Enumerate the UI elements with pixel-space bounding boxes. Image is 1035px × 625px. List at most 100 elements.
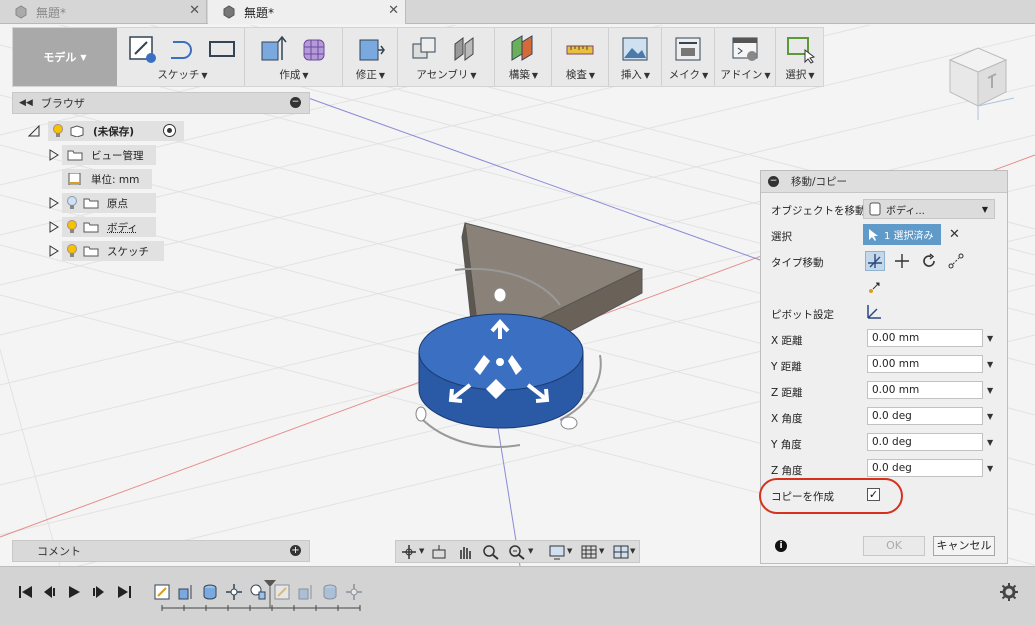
- pan-hand-icon[interactable]: [456, 544, 474, 560]
- insert-group[interactable]: 挿入 ▼: [610, 28, 662, 86]
- sketch-group[interactable]: スケッチ ▼: [121, 28, 245, 86]
- form-icon: [303, 39, 325, 61]
- sketch-feature-icon[interactable]: [153, 583, 171, 601]
- chevron-down-icon[interactable]: ▼: [987, 360, 993, 369]
- tree-item-units[interactable]: 単位: mm: [62, 169, 152, 189]
- activate-radio-icon[interactable]: [163, 124, 176, 137]
- construct-group[interactable]: 構築 ▼: [496, 28, 552, 86]
- chevron-down-icon[interactable]: ▼: [987, 386, 993, 395]
- x-distance-input[interactable]: 0.00 mm: [867, 329, 983, 347]
- look-at-icon[interactable]: [430, 544, 448, 560]
- lightbulb-off-icon[interactable]: [66, 196, 78, 210]
- chevron-down-icon[interactable]: ▼: [528, 547, 533, 555]
- view-cube[interactable]: [938, 38, 1018, 122]
- x-angle-input[interactable]: 0.0 deg: [867, 407, 983, 425]
- chevron-down-icon[interactable]: ▼: [419, 547, 424, 555]
- comments-panel-header[interactable]: コメント +: [12, 540, 310, 562]
- tree-item-origin[interactable]: 原点: [49, 193, 156, 213]
- expand-triangle-icon[interactable]: [48, 149, 60, 161]
- z-distance-input[interactable]: 0.00 mm: [867, 381, 983, 399]
- chevron-down-icon[interactable]: ▼: [987, 412, 993, 421]
- y-distance-label: Y 距離: [771, 361, 802, 373]
- selection-label: 選択: [771, 231, 792, 243]
- plus-icon[interactable]: +: [290, 545, 301, 556]
- 3d-print-icon: [675, 37, 701, 61]
- fit-zoom-icon[interactable]: [508, 544, 526, 560]
- addins-group[interactable]: アドイン ▼: [716, 28, 776, 86]
- chevron-down-icon: ▼: [80, 52, 87, 62]
- cancel-button[interactable]: キャンセル: [933, 536, 995, 556]
- create-group[interactable]: 作成 ▼: [246, 28, 343, 86]
- minus-icon[interactable]: −: [290, 97, 301, 108]
- close-icon[interactable]: ✕: [189, 3, 200, 18]
- select-group[interactable]: 選択 ▼: [777, 28, 823, 86]
- tree-item-sketches[interactable]: スケッチ: [49, 241, 164, 261]
- expand-triangle-icon[interactable]: [48, 221, 60, 233]
- clear-selection-icon[interactable]: ✕: [949, 227, 960, 242]
- dialog-header[interactable]: − 移動/コピー: [761, 171, 1007, 193]
- chevron-down-icon[interactable]: ▼: [630, 547, 635, 555]
- viewports-icon[interactable]: [612, 544, 630, 560]
- tree-item-bodies[interactable]: ボディ: [49, 217, 156, 237]
- step-forward-icon[interactable]: [90, 584, 106, 600]
- workspace-switcher[interactable]: モデル ▼: [13, 28, 117, 86]
- go-to-start-icon[interactable]: [18, 584, 34, 600]
- free-move-button[interactable]: [865, 251, 885, 271]
- info-icon[interactable]: i: [775, 540, 787, 552]
- document-tab-1[interactable]: 無題* ✕: [0, 0, 207, 24]
- chevron-down-icon[interactable]: ▼: [987, 438, 993, 447]
- chevron-down-icon[interactable]: ▼: [599, 547, 604, 555]
- document-tab-2[interactable]: 無題* ✕: [208, 0, 406, 24]
- display-settings-icon[interactable]: [548, 544, 566, 560]
- set-pivot-icon[interactable]: [865, 303, 883, 321]
- move-feature-icon[interactable]: [225, 583, 243, 601]
- rotate-button[interactable]: [919, 251, 939, 271]
- modify-group[interactable]: 修正 ▼: [344, 28, 398, 86]
- bulb-feature-icon[interactable]: [249, 583, 267, 601]
- selection-chip[interactable]: 1 選択済み: [863, 224, 941, 245]
- component-icon: [15, 5, 27, 19]
- chevron-down-icon[interactable]: ▼: [987, 464, 993, 473]
- z-angle-input[interactable]: 0.0 deg: [867, 459, 983, 477]
- zoom-icon[interactable]: [482, 544, 500, 560]
- lightbulb-icon[interactable]: [66, 244, 78, 258]
- gear-icon[interactable]: [1000, 583, 1018, 601]
- lightbulb-icon[interactable]: [52, 124, 64, 138]
- go-to-end-icon[interactable]: [116, 584, 132, 600]
- x-angle-label: X 角度: [771, 413, 803, 425]
- move-feature-icon[interactable]: [345, 583, 363, 601]
- point-to-position-button[interactable]: [865, 277, 885, 297]
- orbit-icon[interactable]: [400, 544, 418, 560]
- step-back-icon[interactable]: [42, 584, 58, 600]
- cylinder-feature-icon[interactable]: [321, 583, 339, 601]
- expand-triangle-icon[interactable]: [48, 197, 60, 209]
- play-icon[interactable]: [66, 584, 82, 600]
- construct-label: 構築: [508, 69, 530, 81]
- move-object-dropdown[interactable]: ボディ... ▼: [863, 199, 995, 219]
- ok-button[interactable]: OK: [863, 536, 925, 556]
- chevron-down-icon[interactable]: ▼: [987, 334, 993, 343]
- browser-panel-header[interactable]: ◀◀ ブラウザ −: [12, 92, 310, 114]
- grid-icon[interactable]: [580, 544, 598, 560]
- point-to-point-button[interactable]: [946, 251, 966, 271]
- y-angle-input[interactable]: 0.0 deg: [867, 433, 983, 451]
- make-group[interactable]: メイク ▼: [663, 28, 715, 86]
- translate-button[interactable]: [892, 251, 912, 271]
- y-distance-input[interactable]: 0.00 mm: [867, 355, 983, 373]
- chevron-down-icon[interactable]: ▼: [567, 547, 572, 555]
- lightbulb-icon[interactable]: [66, 220, 78, 234]
- close-icon[interactable]: ✕: [388, 3, 399, 18]
- extrude-feature-icon[interactable]: [297, 583, 315, 601]
- expand-triangle-icon[interactable]: [48, 245, 60, 257]
- assemble-group[interactable]: アセンブリ ▼: [399, 28, 495, 86]
- minus-icon[interactable]: −: [768, 176, 779, 187]
- inspect-group[interactable]: 検査 ▼: [553, 28, 609, 86]
- collapse-left-icon[interactable]: ◀◀: [19, 98, 33, 108]
- tree-item-named-views[interactable]: ビュー管理: [49, 145, 156, 165]
- sketch-feature-icon[interactable]: [273, 583, 291, 601]
- pivot-label: ピボット設定: [771, 309, 834, 321]
- extrude-feature-icon[interactable]: [177, 583, 195, 601]
- measure-icon: [566, 45, 594, 55]
- expanded-triangle-icon[interactable]: [28, 125, 40, 137]
- cylinder-feature-icon[interactable]: [201, 583, 219, 601]
